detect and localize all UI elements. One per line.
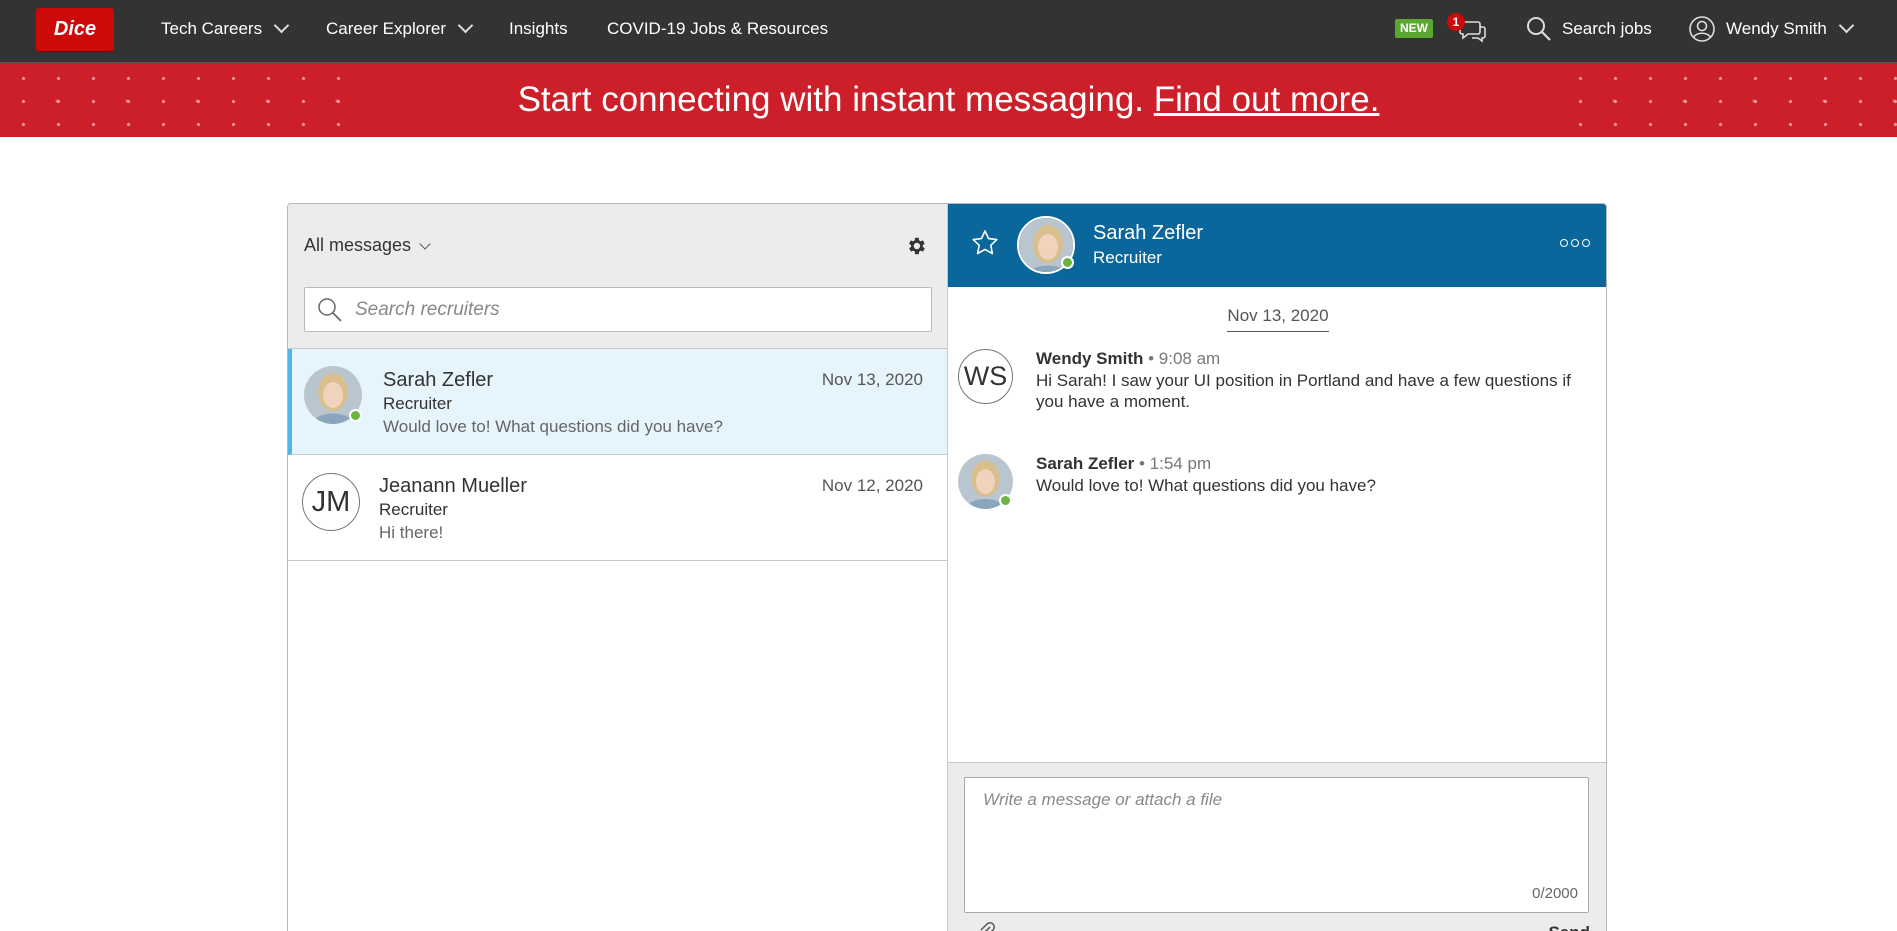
- search-icon: [318, 297, 342, 322]
- date-divider: Nov 13, 2020: [948, 306, 1606, 332]
- chat-pane: Sarah Zefler Recruiter Nov 13, 2020 WS W…: [948, 204, 1606, 931]
- nav-insights[interactable]: Insights: [509, 0, 568, 57]
- conversation-name: Sarah Zefler: [383, 369, 494, 391]
- search-jobs-label: Search jobs: [1562, 18, 1652, 38]
- more-options-icon[interactable]: [1560, 239, 1590, 247]
- conversation-date: Nov 13, 2020: [821, 370, 923, 389]
- conversation-date: Nov 12, 2020: [821, 476, 923, 495]
- avatar: JM: [302, 473, 360, 531]
- date-divider-label: Nov 13, 2020: [1227, 306, 1329, 332]
- dice-logo[interactable]: Dice: [36, 8, 114, 51]
- nav-covid-label: COVID-19 Jobs & Resources: [607, 18, 829, 38]
- message-time: • 9:08 am: [1148, 349, 1221, 368]
- inbox-header: All messages: [288, 204, 947, 349]
- chevron-down-icon: [419, 237, 431, 250]
- sparkle-decoration: [0, 63, 340, 137]
- message-meta: Wendy Smith • 9:08 am: [1036, 349, 1220, 369]
- online-status-dot: [999, 494, 1012, 507]
- online-status-dot: [1061, 256, 1074, 269]
- filter-label: All messages: [304, 235, 412, 255]
- message-filter-dropdown[interactable]: All messages: [304, 235, 431, 256]
- search-icon: [1527, 16, 1551, 41]
- message-text: Hi Sarah! I saw your UI position in Port…: [1036, 371, 1571, 411]
- message-text: Would love to! What questions did you ha…: [1036, 476, 1376, 495]
- message-input[interactable]: [983, 790, 1573, 880]
- conversation-list-pane: All messages Search recruiters Sarah Zef…: [288, 204, 948, 931]
- message-meta: Sarah Zefler • 1:54 pm: [1036, 454, 1211, 474]
- logo-text: Dice: [53, 18, 97, 40]
- message-count-badge: 1: [1447, 13, 1465, 31]
- conversation-preview: Hi there!: [379, 523, 444, 542]
- conversation-item[interactable]: Sarah Zefler Recruiter Would love to! Wh…: [288, 349, 947, 455]
- top-nav: Dice Tech Careers Career Explorer Insigh…: [0, 0, 1897, 63]
- recruiter-search: [304, 287, 932, 332]
- message-sender: Sarah Zefler: [1036, 454, 1135, 473]
- sparkle-decoration: [1557, 63, 1897, 137]
- chat-header: Sarah Zefler Recruiter: [948, 204, 1606, 287]
- chat-message: Sarah Zefler • 1:54 pm Would love to! Wh…: [958, 454, 1598, 514]
- banner-message: Start connecting with instant messaging.: [517, 80, 1145, 119]
- find-out-more-link[interactable]: Find out more.: [1154, 80, 1380, 119]
- chat-message: WS Wendy Smith • 9:08 am Hi Sarah! I saw…: [958, 349, 1598, 419]
- new-badge: NEW: [1395, 19, 1433, 38]
- search-recruiters-input[interactable]: [355, 298, 915, 321]
- gear-icon[interactable]: [905, 235, 927, 257]
- user-icon: [1689, 15, 1715, 42]
- nav-tech-careers[interactable]: Tech Careers: [161, 0, 290, 57]
- user-menu[interactable]: Wendy Smith: [1689, 0, 1855, 57]
- message-sender: Wendy Smith: [1036, 349, 1144, 368]
- paperclip-icon[interactable]: [976, 921, 996, 931]
- message-time: • 1:54 pm: [1139, 454, 1212, 473]
- user-name: Wendy Smith: [1726, 18, 1827, 38]
- nav-tech-careers-label: Tech Careers: [161, 18, 263, 38]
- online-status-dot: [349, 409, 362, 422]
- star-icon[interactable]: [970, 228, 1000, 258]
- conversation-preview: Would love to! What questions did you ha…: [383, 417, 723, 436]
- chat-contact-role: Recruiter: [1093, 248, 1162, 267]
- chat-contact-name: Sarah Zefler: [1093, 222, 1204, 244]
- nav-career-explorer[interactable]: Career Explorer: [326, 0, 474, 57]
- chevron-down-icon: [273, 17, 290, 34]
- character-count: 0/2000: [1532, 885, 1578, 902]
- composer-area: 0/2000 Send: [948, 762, 1606, 931]
- send-button[interactable]: Send: [1548, 923, 1590, 931]
- conversation-role: Recruiter: [379, 500, 448, 519]
- avatar: WS: [958, 349, 1013, 404]
- chevron-down-icon: [1838, 17, 1855, 34]
- conversation-item[interactable]: JM Jeanann Mueller Recruiter Hi there! N…: [288, 455, 947, 561]
- conversation-name: Jeanann Mueller: [379, 475, 527, 497]
- banner-text: Start connecting with instant messaging.…: [518, 80, 1380, 120]
- promo-banner: Start connecting with instant messaging.…: [0, 63, 1897, 137]
- nav-covid-resources[interactable]: COVID-19 Jobs & Resources: [607, 0, 828, 57]
- nav-career-explorer-label: Career Explorer: [326, 18, 446, 38]
- conversation-role: Recruiter: [383, 394, 452, 413]
- message-composer: 0/2000: [964, 777, 1589, 913]
- chevron-down-icon: [457, 17, 474, 34]
- messaging-panel: All messages Search recruiters Sarah Zef…: [287, 203, 1607, 931]
- search-jobs-link[interactable]: Search jobs: [1526, 0, 1652, 57]
- nav-insights-label: Insights: [509, 18, 568, 38]
